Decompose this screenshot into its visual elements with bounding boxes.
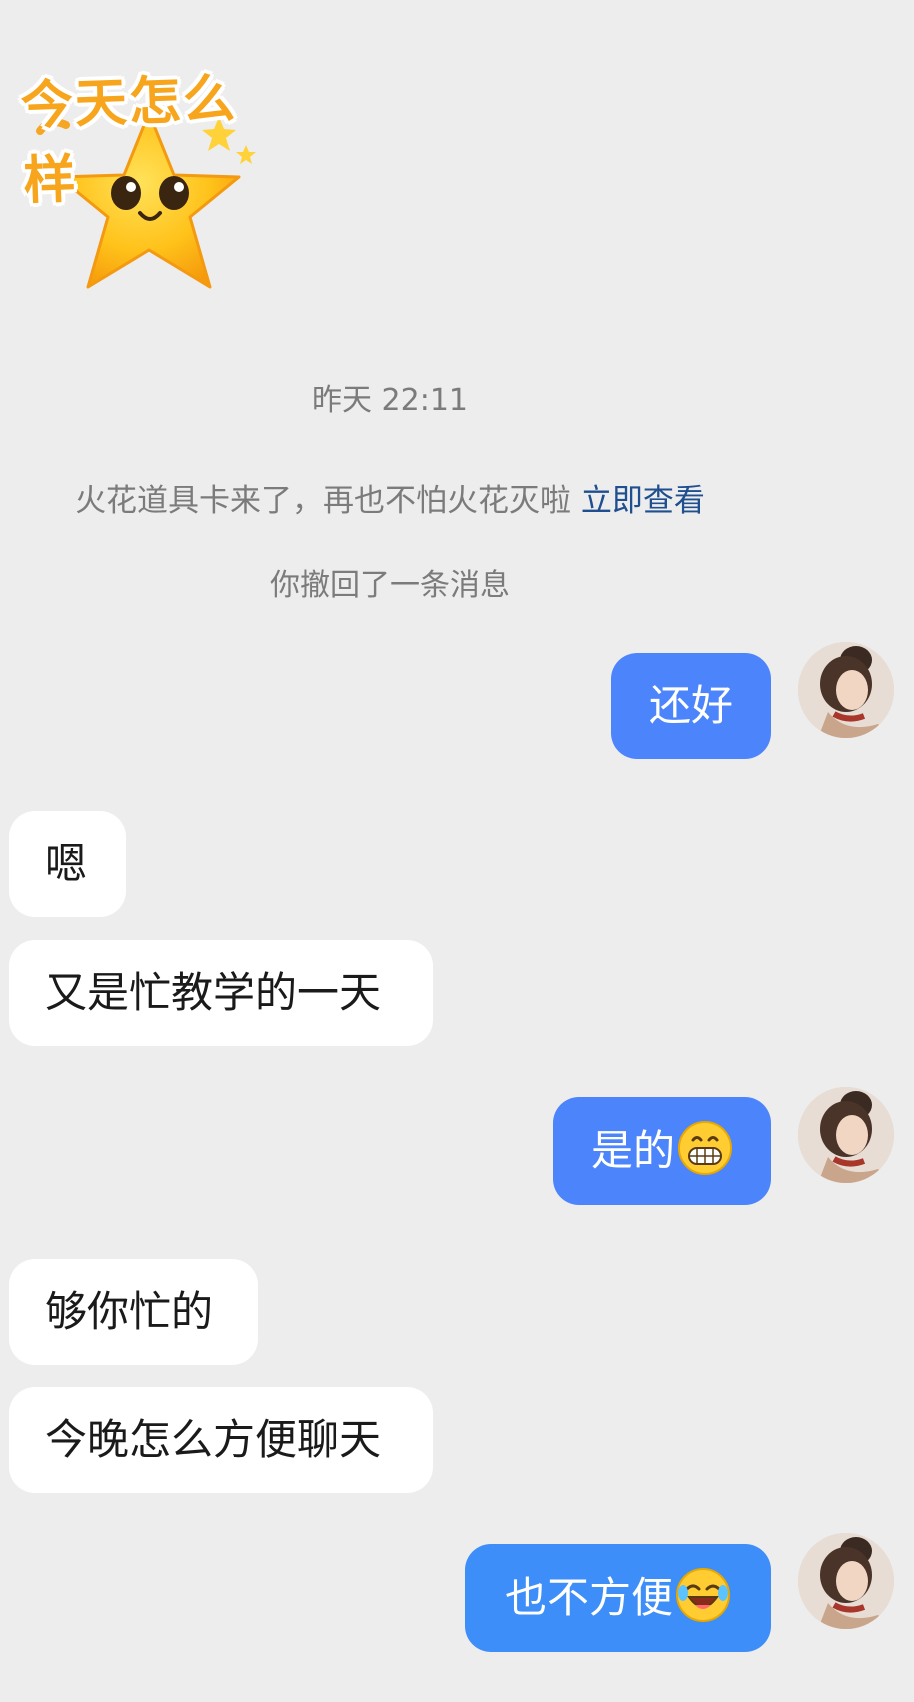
message-text: 是的: [590, 1126, 675, 1175]
avatar-portrait-icon: [798, 1087, 894, 1183]
grinning-face-icon: [677, 1120, 733, 1183]
timestamp: 昨天 22:11: [312, 383, 468, 418]
outgoing-message[interactable]: 也不方便: [465, 1544, 771, 1652]
message-text: 又是忙教学的一天: [45, 968, 382, 1017]
message-text: 嗯: [45, 839, 88, 888]
message-text: 也不方便: [504, 1573, 673, 1622]
incoming-message[interactable]: 又是忙教学的一天: [9, 940, 433, 1046]
message-text: 够你忙的: [45, 1287, 214, 1336]
avatar[interactable]: [798, 1533, 894, 1629]
message-text: 今晚怎么方便聊天: [45, 1415, 382, 1464]
incoming-message[interactable]: 够你忙的: [9, 1259, 258, 1365]
recall-notice: 你撤回了一条消息: [270, 568, 510, 603]
avatar-portrait-icon: [798, 1533, 894, 1629]
incoming-message[interactable]: 嗯: [9, 811, 126, 917]
outgoing-message[interactable]: 还好: [611, 653, 771, 759]
avatar[interactable]: [798, 1087, 894, 1183]
system-notice: 火花道具卡来了，再也不怕火花灭啦 立即查看: [0, 475, 780, 520]
system-notice-text: 火花道具卡来了，再也不怕火花灭啦: [75, 483, 581, 519]
star-sticker[interactable]: 今天怎么样: [14, 55, 284, 335]
avatar[interactable]: [798, 642, 894, 738]
avatar-portrait-icon: [798, 642, 894, 738]
incoming-message[interactable]: 今晚怎么方便聊天: [9, 1387, 433, 1493]
sticker-caption: 今天怎么样: [19, 69, 238, 212]
view-now-link[interactable]: 立即查看: [581, 483, 705, 519]
outgoing-message[interactable]: 是的: [553, 1097, 771, 1205]
rolling-laughing-face-icon: [675, 1567, 731, 1630]
message-text: 还好: [648, 681, 733, 730]
